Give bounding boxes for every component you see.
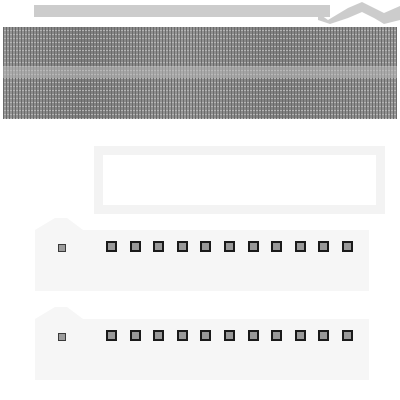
top-peak-shape	[318, 2, 400, 24]
card-body	[35, 230, 369, 291]
slot-5	[200, 330, 211, 341]
slot-8	[271, 330, 282, 341]
card-2	[35, 305, 369, 380]
slot-6	[224, 241, 235, 252]
slot-1	[106, 330, 117, 341]
indicator-pin	[58, 244, 66, 252]
slot-10	[318, 241, 329, 252]
slot-4	[177, 330, 188, 341]
slot-9	[295, 241, 306, 252]
slot-7	[248, 330, 259, 341]
slot-2	[130, 241, 141, 252]
texture-stripe	[3, 66, 397, 78]
slot-8	[271, 241, 282, 252]
slot-1	[106, 241, 117, 252]
slot-5	[200, 241, 211, 252]
slot-7	[248, 241, 259, 252]
card-body	[35, 319, 369, 380]
slot-row	[106, 241, 357, 255]
card-1	[35, 216, 369, 291]
slot-2	[130, 330, 141, 341]
slot-3	[153, 330, 164, 341]
slot-11	[342, 330, 353, 341]
slot-6	[224, 330, 235, 341]
top-rail	[34, 5, 330, 17]
slot-10	[318, 330, 329, 341]
framed-panel	[94, 146, 385, 214]
slot-4	[177, 241, 188, 252]
slot-3	[153, 241, 164, 252]
slot-9	[295, 330, 306, 341]
slot-11	[342, 241, 353, 252]
indicator-pin	[58, 333, 66, 341]
peak-polygon	[318, 2, 400, 24]
slot-row	[106, 330, 357, 344]
